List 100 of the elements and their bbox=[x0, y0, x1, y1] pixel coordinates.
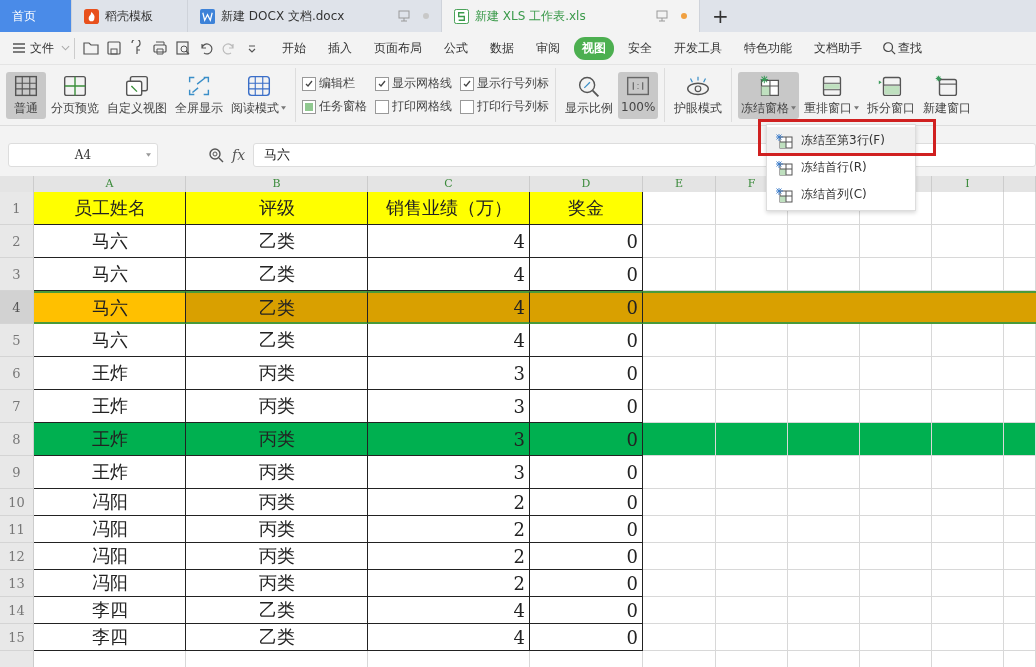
table-cell: 乙类 bbox=[186, 291, 368, 324]
checkbox[interactable]: 显示行号列标 bbox=[460, 75, 549, 92]
table-cell: 丙类 bbox=[186, 423, 368, 456]
checkbox[interactable]: 打印行号列标 bbox=[460, 98, 549, 115]
ribbon-button[interactable]: 重排窗口 bbox=[801, 71, 863, 119]
row-header[interactable]: 5 bbox=[0, 324, 34, 357]
checkbox[interactable]: 任务窗格 bbox=[302, 98, 367, 115]
table-cell: 0 bbox=[530, 516, 643, 543]
table-cell: 丙类 bbox=[186, 570, 368, 597]
menu-tab[interactable]: 特色功能 bbox=[736, 36, 800, 60]
freeze-icon bbox=[775, 186, 793, 203]
document-tab[interactable]: 新建 DOCX 文档.docx bbox=[188, 0, 442, 32]
row-header[interactable]: 4 bbox=[0, 291, 34, 324]
function-label[interactable]: fx bbox=[232, 147, 246, 163]
empty-cell bbox=[788, 516, 860, 543]
empty-cell bbox=[716, 324, 788, 357]
checkbox[interactable]: 打印网格线 bbox=[375, 98, 452, 115]
empty-cell bbox=[860, 543, 932, 570]
checkbox[interactable]: 显示网格线 bbox=[375, 75, 452, 92]
ribbon-button[interactable]: 普通 bbox=[6, 71, 46, 119]
empty-cell bbox=[788, 456, 860, 489]
ribbon-button[interactable]: 分页预览 bbox=[48, 71, 102, 119]
row-header[interactable]: 13 bbox=[0, 570, 34, 597]
ribbon-button[interactable]: 显示比例 bbox=[562, 71, 616, 119]
row-header[interactable]: 1 bbox=[0, 192, 34, 225]
row-header[interactable]: 8 bbox=[0, 423, 34, 456]
undo-icon[interactable] bbox=[198, 40, 214, 56]
search-button[interactable]: 查找 bbox=[876, 38, 928, 58]
print-icon[interactable] bbox=[152, 40, 168, 56]
spreadsheet-icon bbox=[454, 8, 469, 24]
checkbox-box[interactable] bbox=[375, 76, 389, 91]
print-preview-icon[interactable] bbox=[175, 40, 191, 56]
ribbon-button[interactable]: 阅读模式 bbox=[228, 71, 289, 119]
row-header[interactable]: 9 bbox=[0, 456, 34, 489]
menu-tab[interactable]: 安全 bbox=[620, 36, 660, 60]
menu-tab[interactable]: 公式 bbox=[436, 36, 476, 60]
checkbox[interactable]: 编辑栏 bbox=[302, 75, 367, 92]
row-header[interactable]: 15 bbox=[0, 624, 34, 651]
ribbon-button[interactable]: 冻结窗格 bbox=[738, 71, 800, 119]
table-cell: 4 bbox=[368, 324, 530, 357]
checkbox-box[interactable] bbox=[460, 99, 474, 114]
checkbox-box[interactable] bbox=[460, 76, 474, 91]
menu-tab[interactable]: 数据 bbox=[482, 36, 522, 60]
row-header[interactable]: 12 bbox=[0, 543, 34, 570]
table-cell: 王炸 bbox=[34, 456, 186, 489]
row-header[interactable]: 6 bbox=[0, 357, 34, 390]
menu-tab[interactable]: 页面布局 bbox=[366, 36, 430, 60]
checkbox-box[interactable] bbox=[375, 99, 389, 114]
document-tab[interactable]: 稻壳模板 bbox=[72, 0, 188, 32]
empty-cell bbox=[716, 225, 788, 258]
table-cell: 丙类 bbox=[186, 357, 368, 390]
freeze-icon bbox=[775, 132, 793, 149]
menu-tab[interactable]: 文档助手 bbox=[806, 36, 870, 60]
save-icon[interactable] bbox=[106, 40, 122, 56]
table-cell: 马六 bbox=[34, 291, 186, 324]
ribbon-button[interactable]: 100% bbox=[618, 71, 659, 119]
menu-tab[interactable]: 插入 bbox=[320, 36, 360, 60]
empty-cell bbox=[1004, 624, 1036, 651]
row-header[interactable]: 11 bbox=[0, 516, 34, 543]
ribbon-button[interactable]: 拆分窗口 bbox=[864, 71, 919, 119]
empty-cell bbox=[932, 489, 1004, 516]
empty-cell bbox=[932, 543, 1004, 570]
row-header[interactable]: 7 bbox=[0, 390, 34, 423]
zoom-icon[interactable] bbox=[208, 147, 224, 163]
column-header[interactable]: E bbox=[643, 176, 716, 192]
table-cell: 3 bbox=[368, 423, 530, 456]
ribbon-button[interactable]: 自定义视图 bbox=[104, 71, 170, 119]
empty-cell bbox=[788, 570, 860, 597]
table-cell: 0 bbox=[530, 258, 643, 291]
menu-tab[interactable]: 开发工具 bbox=[666, 36, 730, 60]
name-box[interactable]: A4 bbox=[8, 143, 158, 167]
new-tab-button[interactable]: + bbox=[700, 0, 741, 32]
empty-cell bbox=[860, 225, 932, 258]
table-cell: 马六 bbox=[34, 258, 186, 291]
table-cell: 冯阳 bbox=[34, 516, 186, 543]
menu-tab[interactable]: 审阅 bbox=[528, 36, 568, 60]
empty-cell bbox=[932, 570, 1004, 597]
empty-cell bbox=[860, 357, 932, 390]
empty-cell bbox=[860, 456, 932, 489]
row-header[interactable]: 10 bbox=[0, 489, 34, 516]
folder-icon[interactable] bbox=[83, 40, 99, 56]
empty-cell bbox=[716, 456, 788, 489]
ribbon-button[interactable]: 全屏显示 bbox=[172, 71, 226, 119]
ribbon-button[interactable]: 新建窗口 bbox=[920, 71, 975, 119]
row-header[interactable]: 3 bbox=[0, 258, 34, 291]
file-menu[interactable]: 文件 bbox=[8, 37, 75, 59]
table-cell: 3 bbox=[368, 456, 530, 489]
table-cell: 评级 bbox=[186, 192, 368, 225]
ribbon-button[interactable]: 护眼模式 bbox=[671, 71, 726, 119]
empty-cell bbox=[788, 324, 860, 357]
empty-cell bbox=[788, 597, 860, 624]
empty-cell bbox=[788, 624, 860, 651]
menu-item[interactable]: 冻结至第3行(F) bbox=[767, 127, 915, 154]
checkbox-box[interactable] bbox=[302, 76, 316, 91]
menu-tab[interactable]: 开始 bbox=[274, 36, 314, 60]
tab-label: 稻壳模板 bbox=[105, 7, 154, 25]
row-header[interactable]: 14 bbox=[0, 597, 34, 624]
tab-label: 首页 bbox=[12, 7, 37, 25]
checkbox-box[interactable] bbox=[302, 99, 316, 114]
row-header[interactable]: 2 bbox=[0, 225, 34, 258]
